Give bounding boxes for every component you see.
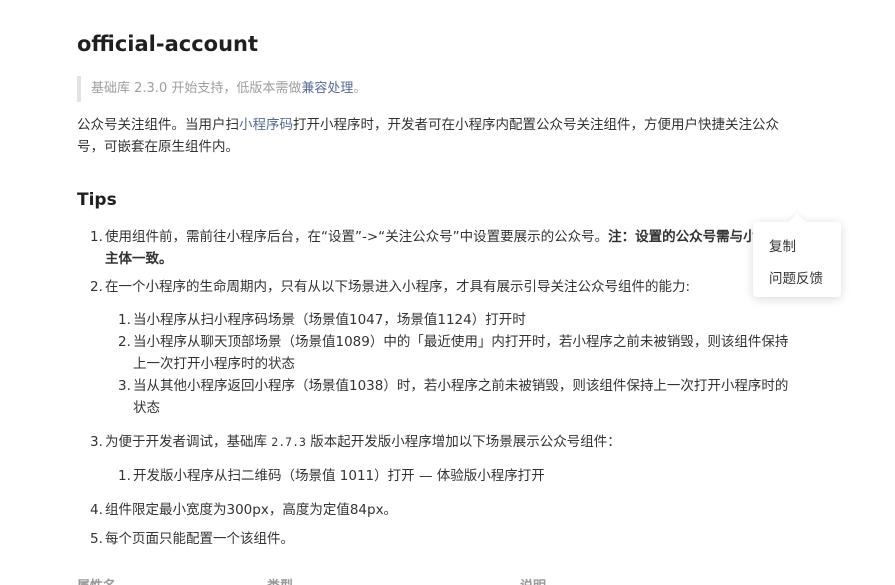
copy-menu-item[interactable]: 复制 (769, 235, 796, 255)
sub-list: 1. 开发版小程序从扫二维码（场景值 1011）打开 — 体验版小程序打开 (77, 465, 797, 487)
selection-popup-menu: 复制 问题反馈 (753, 213, 841, 297)
sub-number: 1. (118, 312, 131, 328)
sub-text: 当小程序从扫小程序码场景（场景值1047，场景值1124）打开时 (133, 312, 526, 328)
column-header-description: 说明 (520, 575, 546, 585)
version-note: 基础库 2.3.0 开始支持，低版本需做兼容处理。 (77, 76, 797, 102)
sub-text: 当小程序从聊天顶部场景（场景值1089）中的「最近使用」内打开时，若小程序之前未… (133, 334, 789, 372)
page-title: official-account (77, 32, 259, 56)
tips-list: 1. 使用组件前，需前往小程序后台，在“设置”->“关注公众号”中设置要展示的公… (77, 226, 797, 550)
tip-text: 在一个小程序的生命周期内，只有从以下场景进入小程序，才具有展示引导关注公众号组件… (105, 279, 691, 295)
column-header-name: 属性名 (77, 575, 116, 585)
feedback-menu-item[interactable]: 问题反馈 (769, 267, 823, 287)
column-header-type: 类型 (267, 575, 293, 585)
tip-number: 2. (90, 279, 103, 295)
tip-number: 3. (90, 434, 103, 450)
popup-arrow (788, 213, 806, 231)
tip-item-4: 4. 组件限定最小宽度为300px，高度为定值84px。 (77, 499, 797, 521)
sub-item: 1. 当小程序从扫小程序码场景（场景值1047，场景值1124）打开时 (77, 309, 797, 331)
tip-text: 每个页面只能配置一个该组件。 (105, 531, 294, 547)
version-code: 2.7.3 (271, 435, 306, 449)
intro-paragraph: 公众号关注组件。当用户扫小程序码打开小程序时，开发者可在小程序内配置公众号关注组… (77, 114, 797, 158)
tip-number: 1. (90, 229, 103, 245)
tip-text: 使用组件前，需前往小程序后台，在“设置”->“关注公众号”中设置要展示的公众号。 (105, 229, 609, 245)
sub-item: 3. 当从其他小程序返回小程序（场景值1038）时，若小程序之前未被销毁，则该组… (77, 375, 797, 419)
version-note-text: 基础库 2.3.0 开始支持，低版本需做 (91, 81, 302, 96)
attributes-table-header: 属性名 类型 说明 (77, 575, 797, 585)
tip-item-1: 1. 使用组件前，需前往小程序后台，在“设置”->“关注公众号”中设置要展示的公… (77, 226, 797, 270)
tip-number: 5. (90, 531, 103, 547)
sub-item: 1. 开发版小程序从扫二维码（场景值 1011）打开 — 体验版小程序打开 (77, 465, 797, 487)
tip-item-2: 2. 在一个小程序的生命周期内，只有从以下场景进入小程序，才具有展示引导关注公众… (77, 276, 797, 298)
tip-text: 组件限定最小宽度为300px，高度为定值84px。 (105, 502, 398, 518)
sub-number: 1. (118, 468, 131, 484)
tip-item-3: 3. 为便于开发者调试，基础库 2.7.3 版本起开发版小程序增加以下场景展示公… (77, 431, 797, 453)
sub-item: 2. 当小程序从聊天顶部场景（场景值1089）中的「最近使用」内打开时，若小程序… (77, 331, 797, 375)
sub-list: 1. 当小程序从扫小程序码场景（场景值1047，场景值1124）打开时 2. 当… (77, 309, 797, 419)
version-note-suffix: 。 (353, 81, 367, 96)
sub-number: 3. (118, 378, 131, 394)
tip-text: 为便于开发者调试，基础库 (105, 434, 272, 450)
compat-link[interactable]: 兼容处理 (301, 81, 353, 96)
tip-number: 4. (90, 502, 103, 518)
tips-heading: Tips (77, 190, 117, 210)
sub-text: 开发版小程序从扫二维码（场景值 1011）打开 — 体验版小程序打开 (133, 468, 545, 484)
tip-item-5: 5. 每个页面只能配置一个该组件。 (77, 528, 797, 550)
intro-text-1: 公众号关注组件。当用户扫 (77, 117, 239, 133)
sub-text: 当从其他小程序返回小程序（场景值1038）时，若小程序之前未被销毁，则该组件保持… (133, 378, 789, 416)
tip-text-suffix: 版本起开发版小程序增加以下场景展示公众号组件： (305, 434, 621, 450)
mini-program-code-link[interactable]: 小程序码 (239, 117, 293, 133)
sub-number: 2. (118, 334, 131, 350)
